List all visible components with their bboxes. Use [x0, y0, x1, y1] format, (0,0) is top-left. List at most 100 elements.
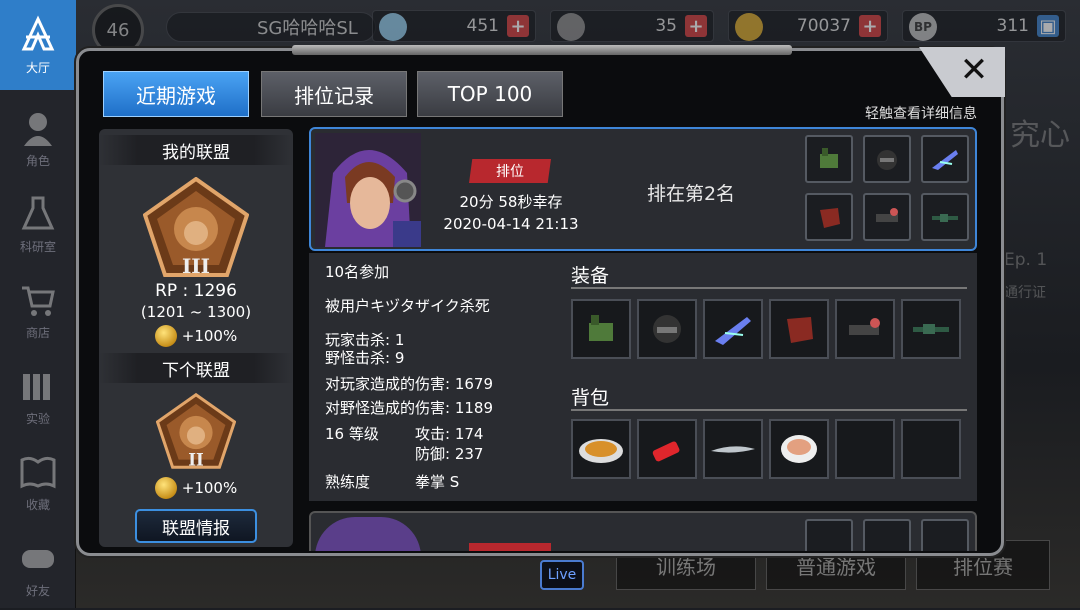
equipment-item[interactable]: [901, 299, 961, 359]
character-avatar: [315, 133, 421, 247]
nav-friends[interactable]: 好友: [0, 526, 76, 610]
nav-lab[interactable]: 科研室: [0, 182, 76, 266]
damage-to-players: 对玩家造成的伤害: 1679: [325, 375, 493, 393]
equipment-item[interactable]: [769, 299, 829, 359]
bg-text: 通行证: [1004, 285, 1046, 301]
gauntlet-icon: [589, 315, 613, 341]
nav-label: 大厅: [25, 60, 50, 75]
character-portrait-icon: [315, 133, 421, 247]
backpack-item[interactable]: [769, 419, 829, 479]
add-diamond-button[interactable]: +: [507, 15, 529, 37]
equip-slot: [921, 193, 969, 241]
backpack-title: 背包: [571, 387, 610, 409]
cart-icon: [22, 286, 55, 316]
next-bonus: +100%: [99, 477, 293, 499]
placement: 排在第2名: [646, 183, 736, 205]
top-bar: SG哈哈哈SL 46 451 + 35 + 70037 + BP 311 ▣: [76, 0, 1080, 56]
gamepad-icon: [22, 549, 54, 568]
backpack-item[interactable]: [637, 419, 697, 479]
close-icon[interactable]: ✕: [957, 53, 991, 87]
proficiency-value: 拳掌 S: [415, 473, 460, 491]
blade-icon: [715, 317, 751, 345]
backpack-empty-slot: [835, 419, 895, 479]
lab-icon: [21, 196, 55, 229]
tab-rank-records[interactable]: 排位记录: [261, 71, 407, 117]
armor-icon: [787, 317, 813, 343]
ticket-resource: 35 +: [550, 10, 714, 42]
bg-text: Ep. 1: [1004, 250, 1048, 270]
close-corner: ✕: [919, 47, 1005, 97]
match-datetime: 2020-04-14 21:13: [443, 215, 579, 233]
next-tier-numeral: II: [188, 450, 204, 470]
diamond-count: 451: [466, 16, 499, 36]
ticket-count: 35: [655, 16, 677, 36]
rp-range: (1201 ~ 1300): [140, 303, 252, 321]
nav-collection[interactable]: 收藏: [0, 440, 76, 524]
match-card[interactable]: 排位 20分 58秒幸存 2020-04-14 21:13 排在第2名: [309, 127, 977, 251]
equip-slot: [863, 519, 911, 551]
nav-lobby[interactable]: 大厅: [0, 0, 76, 90]
survival-time: 20分 58秒幸存: [459, 193, 563, 211]
equipment-item[interactable]: [703, 299, 763, 359]
diamond-icon: [379, 13, 407, 41]
nav-label: 好友: [25, 583, 50, 598]
equipment-title: 装备: [571, 265, 610, 287]
nav-character[interactable]: 角色: [0, 96, 76, 180]
rifle-icon: [913, 324, 949, 334]
equipment-divider: [571, 287, 967, 289]
match-card[interactable]: [309, 511, 977, 551]
helmet-icon: [877, 150, 897, 170]
nav-shop[interactable]: 商店: [0, 268, 76, 352]
helmet-icon: [653, 315, 681, 343]
bonus-value: +100%: [181, 327, 238, 345]
tab-recent-games[interactable]: 近期游戏: [103, 71, 249, 117]
modal-handle: [292, 45, 792, 55]
equipment-item[interactable]: [571, 299, 631, 359]
proficiency-label: 熟练度: [325, 473, 371, 491]
damage-to-monsters: 对野怪造成的伤害: 1189: [325, 399, 493, 417]
next-league-title: 下个联盟: [99, 353, 293, 383]
nav-label: 科研室: [19, 239, 56, 254]
equip-slot: [805, 519, 853, 551]
recent-games-modal: ✕ 近期游戏 排位记录 TOP 100 轻触查看详细信息 我的联盟 III RP…: [76, 45, 1005, 556]
bp-button[interactable]: ▣: [1037, 15, 1059, 37]
background-deco: 究心 Ep. 1 通行证: [1000, 60, 1080, 608]
next-lion-emblem-icon: II: [156, 392, 236, 470]
bg-text: 究心: [1010, 118, 1070, 153]
blade-icon: [932, 150, 958, 170]
backpack-item[interactable]: [571, 419, 631, 479]
soup-icon: [579, 439, 623, 463]
league-info-button[interactable]: 联盟情报: [135, 509, 257, 543]
league-panel: 我的联盟 III RP : 1296 (1201 ~ 1300) +100% 下…: [99, 129, 293, 547]
coin-icon: [154, 477, 177, 499]
match-detail: 10名参加 被用户キヅタザイク杀死 玩家击杀: 1 野怪击杀: 9 对玩家造成的…: [309, 253, 977, 501]
current-bonus: +100%: [99, 325, 293, 347]
coin-count: 70037: [796, 16, 851, 36]
nav-experiment[interactable]: 实验: [0, 354, 76, 438]
equip-slot: [805, 193, 853, 241]
equip-slot: [921, 519, 969, 551]
add-ticket-button[interactable]: +: [685, 15, 707, 37]
coin-resource: 70037 +: [728, 10, 888, 42]
diamond-resource: 451 +: [372, 10, 536, 42]
defense-stat: 防御: 237: [415, 445, 484, 463]
rp-value: RP : 1296: [155, 281, 237, 301]
tab-top-100[interactable]: TOP 100: [417, 71, 563, 117]
books-icon: [23, 373, 50, 400]
bp-resource: BP 311 ▣: [902, 10, 1066, 42]
backpack-item[interactable]: [703, 419, 763, 479]
monster-kills: 野怪击杀: 9: [325, 349, 405, 367]
coin-icon: [735, 13, 763, 41]
add-coin-button[interactable]: +: [859, 15, 881, 37]
nav-label: 角色: [25, 153, 50, 168]
lighter-icon: [652, 441, 680, 462]
equip-slot: [805, 135, 853, 183]
equipment-item[interactable]: [637, 299, 697, 359]
equipment-item[interactable]: [835, 299, 895, 359]
nav-label: 收藏: [25, 497, 50, 512]
character-icon: [24, 112, 52, 146]
equip-slot: [863, 193, 911, 241]
backpack-divider: [571, 409, 967, 411]
tier-numeral: III: [182, 254, 210, 277]
live-button[interactable]: Live: [540, 560, 584, 590]
